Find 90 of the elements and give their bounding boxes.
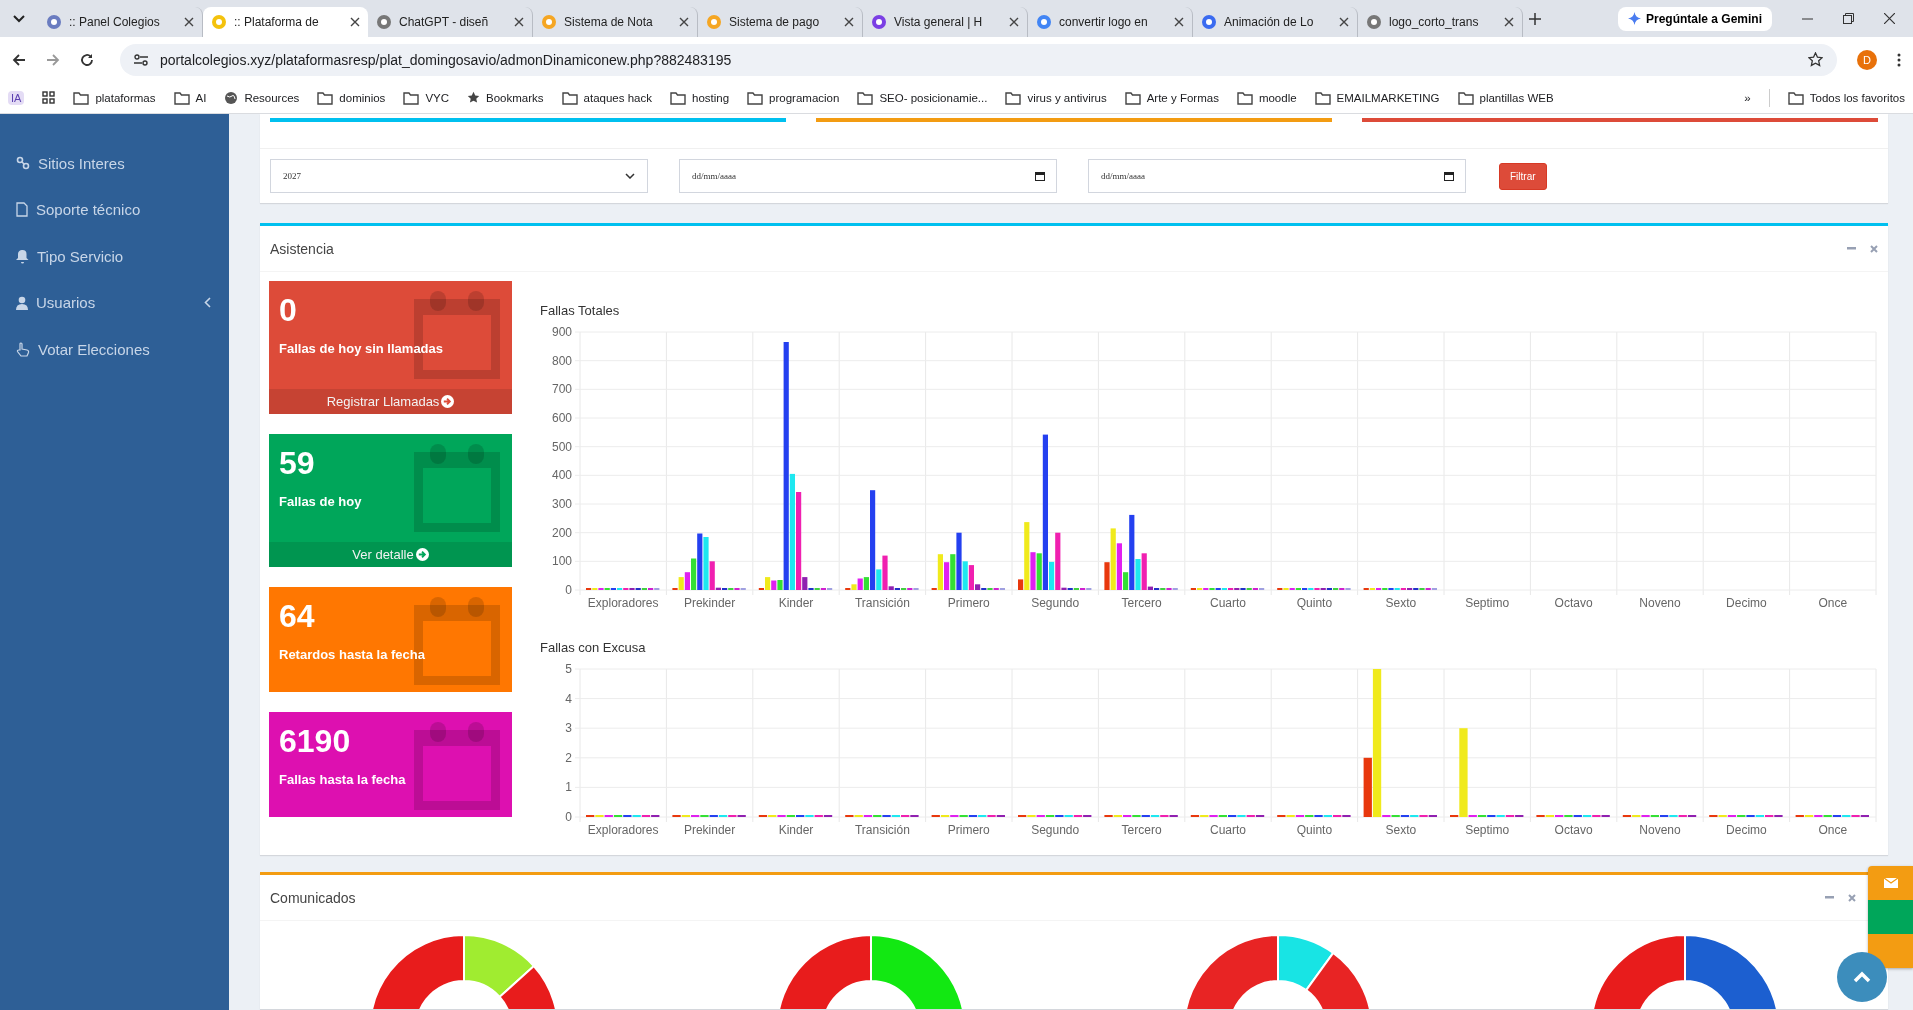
axis-tick-label: 4 bbox=[565, 691, 572, 706]
stat-label: Fallas de hoy sin llamadas bbox=[278, 340, 444, 357]
category-label: Septimo bbox=[1465, 823, 1510, 837]
axis-tick-label: 5 bbox=[565, 662, 572, 676]
category-label: Sexto bbox=[1385, 596, 1417, 610]
stat-value: 6190 bbox=[278, 722, 352, 761]
chart-title: Fallas con Excusa bbox=[540, 640, 647, 655]
bookmark-item[interactable]: Arte y Formas bbox=[1124, 90, 1219, 105]
axis-tick-label: 600 bbox=[551, 411, 572, 425]
bookmark-item[interactable]: dominios bbox=[317, 90, 386, 105]
card-link[interactable]: Registrar Llamadas bbox=[269, 389, 512, 414]
category-label: Primero bbox=[947, 823, 990, 837]
category-label: Septimo bbox=[1465, 596, 1510, 610]
stat-value: 59 bbox=[278, 444, 316, 483]
category-label: Exploradores bbox=[587, 823, 659, 837]
category-label: Sexto bbox=[1385, 823, 1417, 837]
axis-tick-label: 200 bbox=[551, 525, 572, 540]
category-label: Tercero bbox=[1121, 596, 1162, 610]
bookmark-item[interactable]: ataques hack bbox=[561, 90, 652, 105]
category-label: Noveno bbox=[1639, 596, 1681, 610]
axis-tick-label: 2 bbox=[565, 750, 572, 765]
address-bar[interactable]: portalcolegios.xyz/plataformasresp/plat_domingosavio/admonDinamiconew.php?882483195 bbox=[120, 43, 1837, 76]
bookmark-item[interactable]: plantillas WEB bbox=[1457, 90, 1554, 105]
category-label: Decimo bbox=[1726, 823, 1767, 837]
category-label: Octavo bbox=[1554, 596, 1593, 610]
bookmark-item[interactable]: programacion bbox=[747, 90, 840, 105]
axis-tick-label: 100 bbox=[551, 554, 572, 569]
axis-tick-label: 0 bbox=[565, 583, 572, 597]
sidebar-item[interactable]: Sitios Interes bbox=[0, 140, 229, 187]
date-field[interactable]: dd/mm/aaaa bbox=[1088, 159, 1466, 193]
axis-tick-label: 800 bbox=[551, 353, 572, 368]
axis-tick-label: 0 bbox=[565, 810, 572, 824]
sidebar-item[interactable]: Usuarios bbox=[0, 279, 229, 326]
bookmark-item[interactable]: virus y antivirus bbox=[1005, 90, 1107, 105]
axis-tick-label: 900 bbox=[551, 325, 572, 339]
stat-label: Fallas hasta la fecha bbox=[278, 771, 407, 788]
bookmark-item[interactable]: EMAILMARKETING bbox=[1314, 90, 1440, 105]
year-select[interactable]: 2027 bbox=[270, 159, 648, 193]
category-label: Tercero bbox=[1121, 823, 1162, 837]
axis-tick-label: 300 bbox=[551, 497, 572, 511]
category-label: Quinto bbox=[1296, 596, 1333, 610]
category-label: Primero bbox=[947, 596, 990, 610]
bookmark-item[interactable]: SEO- posicionamie... bbox=[857, 90, 988, 105]
date-field[interactable]: dd/mm/aaaa bbox=[679, 159, 1057, 193]
category-label: Kinder bbox=[778, 596, 814, 610]
bookmark-item[interactable]: plataformas bbox=[73, 90, 156, 105]
bookmark-item[interactable]: Bookmarks bbox=[467, 91, 544, 104]
axis-tick-label: 1 bbox=[565, 780, 572, 795]
bookmark-item[interactable]: VYC bbox=[403, 90, 450, 105]
category-label: Decimo bbox=[1726, 596, 1767, 610]
category-label: Exploradores bbox=[587, 596, 659, 610]
category-label: Quinto bbox=[1296, 823, 1333, 837]
category-label: Noveno bbox=[1639, 823, 1681, 837]
stat-value: 0 bbox=[278, 291, 298, 330]
browser-tab[interactable]: :: Plataforma de bbox=[203, 7, 368, 37]
stat-label: Retardos hasta la fecha bbox=[278, 646, 426, 663]
stat-label: Fallas de hoy bbox=[278, 493, 363, 510]
chart-title: Fallas Totales bbox=[540, 303, 621, 318]
category-label: Cuarto bbox=[1210, 596, 1246, 610]
category-label: Prekinder bbox=[683, 823, 736, 837]
category-label: Transición bbox=[854, 596, 910, 610]
card-link[interactable]: Ver detalle bbox=[269, 542, 512, 567]
category-label: Once bbox=[1818, 823, 1848, 837]
axis-tick-label: 700 bbox=[551, 382, 572, 397]
more-bookmarks-button[interactable]: » bbox=[1744, 91, 1751, 104]
bookmark-item[interactable]: AI bbox=[173, 90, 207, 105]
bookmark-item[interactable]: moodle bbox=[1236, 90, 1297, 105]
axis-tick-label: 3 bbox=[565, 721, 572, 736]
category-label: Prekinder bbox=[683, 596, 736, 610]
panel-title: Asistencia bbox=[270, 240, 335, 257]
category-label: Once bbox=[1818, 596, 1848, 610]
sidebar-item[interactable]: Tipo Servicio bbox=[0, 233, 229, 280]
gemini-button[interactable]: Pregúntale a Gemini bbox=[1617, 6, 1772, 31]
bookmark-item[interactable]: Resources bbox=[224, 90, 300, 105]
bookmark-item[interactable]: hosting bbox=[670, 90, 730, 105]
category-label: Segundo bbox=[1031, 596, 1080, 610]
panel-title: Comunicados bbox=[270, 889, 357, 906]
category-label: Segundo bbox=[1031, 823, 1080, 837]
axis-tick-label: 500 bbox=[551, 439, 572, 454]
sidebar-item[interactable]: Soporte técnico bbox=[0, 186, 229, 233]
bookmark-item[interactable]: Todos los favoritos bbox=[1787, 90, 1905, 105]
category-label: Cuarto bbox=[1210, 823, 1246, 837]
category-label: Kinder bbox=[778, 823, 814, 837]
category-label: Octavo bbox=[1554, 823, 1593, 837]
category-label: Transición bbox=[854, 823, 910, 837]
sidebar-item[interactable]: Votar Elecciones bbox=[0, 326, 229, 373]
ia-badge[interactable]: IA bbox=[8, 90, 25, 105]
axis-tick-label: 400 bbox=[551, 468, 572, 483]
filter-button[interactable]: Filtrar bbox=[1499, 162, 1547, 190]
stat-value: 64 bbox=[278, 597, 316, 636]
